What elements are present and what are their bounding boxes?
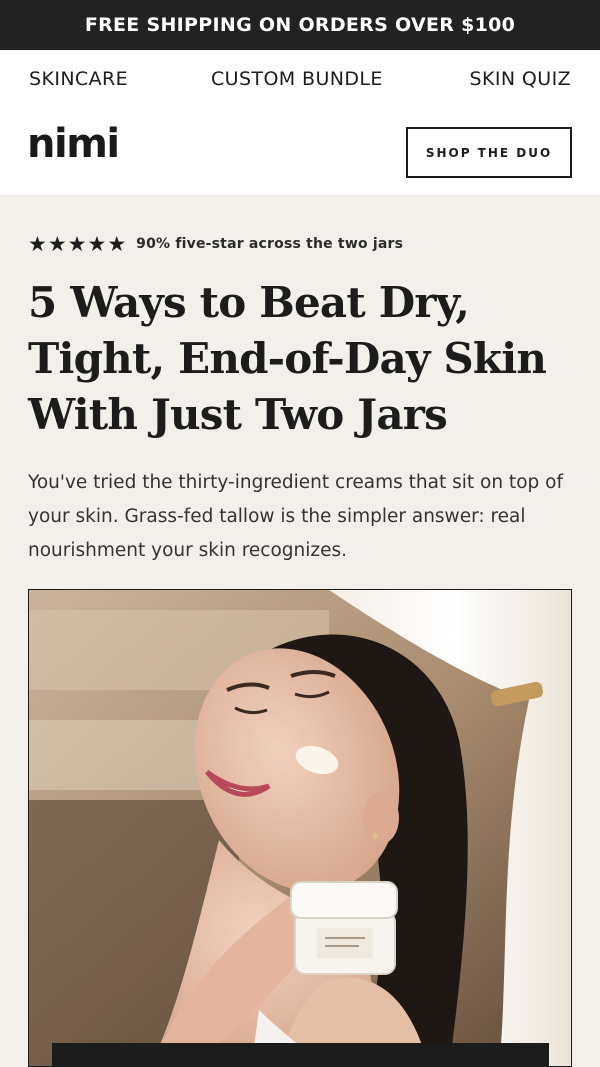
announcement-bar: FREE SHIPPING ON ORDERS OVER $100: [0, 0, 600, 50]
brand-logo[interactable]: nimi: [27, 124, 120, 164]
star-icon: ★: [107, 232, 127, 256]
star-icon: ★: [67, 232, 87, 256]
star-icon: ★: [47, 232, 67, 256]
main-nav: SKINCARE CUSTOM BUNDLE SKIN QUIZ: [0, 50, 600, 108]
star-icon: ★: [28, 232, 47, 256]
article-intro: You've tried the thirty-ingredient cream…: [28, 472, 563, 561]
rating-text: 90% five-star across the two jars: [136, 236, 404, 252]
star-rating: ★ ★ ★ ★ ★: [28, 234, 126, 255]
site-header: SKINCARE CUSTOM BUNDLE SKIN QUIZ nimi SH…: [0, 50, 600, 196]
nav-item-skincare[interactable]: SKINCARE: [29, 68, 128, 90]
hero-image: [28, 589, 572, 1067]
sticky-cta-bar[interactable]: [52, 1043, 549, 1067]
article-headline: 5 Ways to Beat Dry, Tight, End-of-Day Sk…: [28, 278, 547, 439]
shop-the-duo-button[interactable]: SHOP THE DUO: [406, 127, 572, 178]
nav-item-skin-quiz[interactable]: SKIN QUIZ: [470, 68, 571, 90]
rating-summary: ★ ★ ★ ★ ★ 90% five-star across the two j…: [28, 232, 403, 256]
announcement-text: FREE SHIPPING ON ORDERS OVER $100: [84, 14, 516, 36]
nav-item-custom-bundle[interactable]: CUSTOM BUNDLE: [211, 68, 383, 90]
star-icon: ★: [87, 232, 107, 256]
